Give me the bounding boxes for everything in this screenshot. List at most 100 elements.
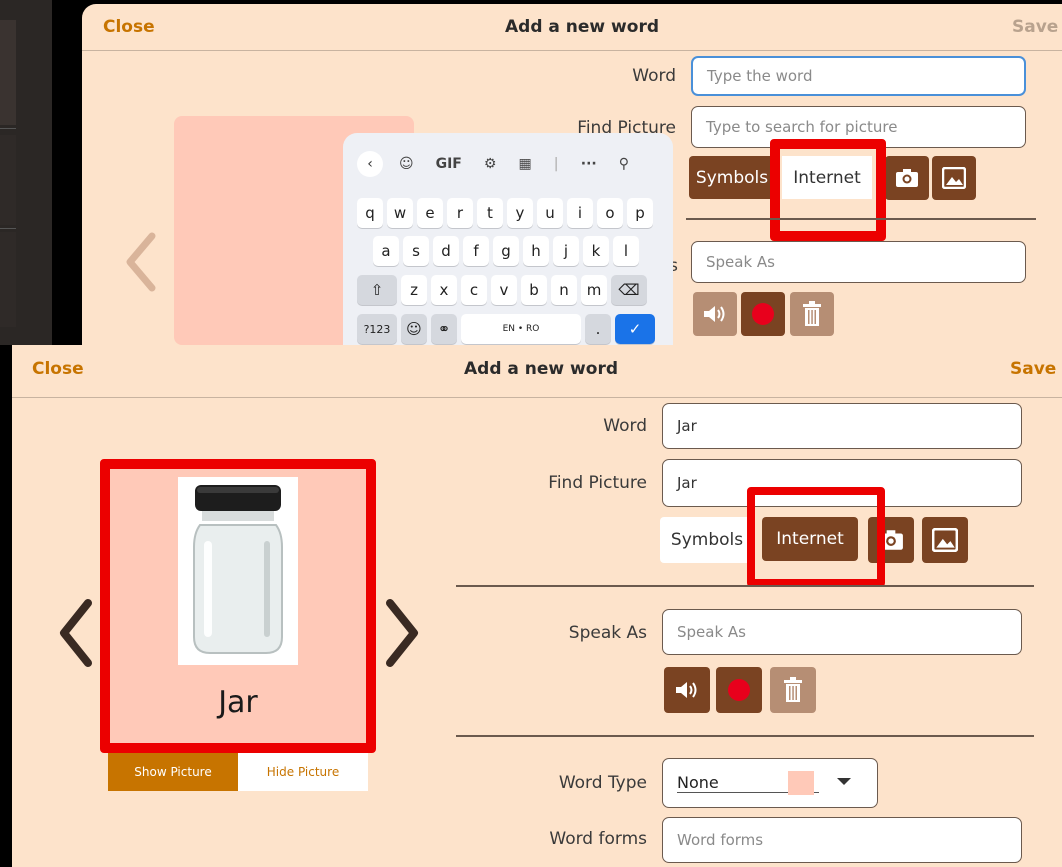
enter-key[interactable]: ✓ [615, 314, 655, 344]
word-input-placeholder: Type the word [707, 67, 813, 85]
key-w[interactable]: w [387, 198, 413, 228]
microphone-icon[interactable]: ⚲ [619, 156, 629, 172]
period-key[interactable]: . [585, 314, 611, 344]
key-n[interactable]: n [551, 275, 577, 305]
background-item [0, 135, 16, 225]
camera-icon [896, 169, 918, 187]
gif-button[interactable]: GIF [436, 156, 462, 172]
key-z[interactable]: z [401, 275, 427, 305]
record-icon [728, 679, 750, 701]
key-j[interactable]: j [553, 236, 579, 266]
key-i[interactable]: i [567, 198, 593, 228]
divider [0, 228, 16, 229]
key-a[interactable]: a [373, 236, 399, 266]
background-item [0, 232, 16, 327]
key-m[interactable]: m [581, 275, 607, 305]
speak-as-label: Speak As [568, 623, 647, 643]
symbols-key[interactable]: ?123 [357, 314, 397, 344]
chevron-left-icon[interactable] [122, 232, 162, 292]
save-button[interactable]: Save [1012, 17, 1058, 37]
record-button[interactable] [716, 667, 762, 713]
picture-caption: Jar [218, 685, 258, 720]
find-picture-placeholder: Type to search for picture [706, 118, 898, 136]
backspace-key[interactable]: ⌫ [611, 275, 647, 305]
close-button[interactable]: Close [103, 17, 155, 37]
find-picture-input[interactable]: Jar [662, 459, 1022, 507]
key-d[interactable]: d [433, 236, 459, 266]
key-g[interactable]: g [493, 236, 519, 266]
shift-key[interactable]: ⇧ [357, 275, 397, 305]
keyboard-row-4: ?123 ☺ ⚭ EN • RO . ✓ [357, 314, 659, 344]
sticker-icon[interactable]: ☺ [399, 156, 414, 172]
bottom-add-word-dialog: Close Add a new word Save Jar Show Pictu… [12, 345, 1062, 867]
find-picture-input[interactable]: Type to search for picture [691, 106, 1026, 148]
key-s[interactable]: s [403, 236, 429, 266]
speak-as-input[interactable]: Speak As [662, 609, 1022, 655]
on-screen-keyboard: ‹ ☺ GIF ⚙ ▦ | ··· ⚲ qwertyuiop asdfghjkl… [343, 133, 673, 345]
key-r[interactable]: r [447, 198, 473, 228]
key-q[interactable]: q [357, 198, 383, 228]
key-f[interactable]: f [463, 236, 489, 266]
play-sound-button[interactable] [693, 292, 737, 336]
symbols-tab[interactable]: Symbols [689, 156, 775, 199]
divider [0, 128, 16, 129]
section-divider [456, 585, 1034, 587]
keyboard-row-3: ⇧ z x c v b n m ⌫ [357, 275, 651, 305]
section-divider [686, 218, 1036, 220]
play-sound-button[interactable] [664, 667, 710, 713]
key-h[interactable]: h [523, 236, 549, 266]
key-t[interactable]: t [477, 198, 503, 228]
keyboard-settings-icon[interactable]: ⚙ [484, 156, 497, 172]
background-app-strip [0, 0, 52, 345]
section-divider [456, 735, 1034, 737]
key-o[interactable]: o [597, 198, 623, 228]
picture-card: Jar [110, 469, 366, 745]
key-c[interactable]: c [461, 275, 487, 305]
key-k[interactable]: k [583, 236, 609, 266]
key-y[interactable]: y [507, 198, 533, 228]
dialog-title: Add a new word [464, 359, 618, 379]
gallery-button[interactable] [922, 517, 968, 563]
delete-sound-button[interactable] [770, 667, 816, 713]
key-e[interactable]: e [417, 198, 443, 228]
word-input[interactable]: Jar [662, 403, 1022, 449]
key-x[interactable]: x [431, 275, 457, 305]
keyboard-back-icon[interactable]: ‹ [357, 151, 383, 177]
chevron-right-icon[interactable] [382, 597, 422, 669]
gallery-icon [942, 167, 966, 189]
internet-tab[interactable]: Internet [762, 517, 858, 561]
show-picture-button[interactable]: Show Picture [108, 753, 238, 791]
gallery-button[interactable] [932, 156, 976, 200]
key-p[interactable]: p [627, 198, 653, 228]
save-button[interactable]: Save [1010, 359, 1056, 379]
keyboard-row-2: asdfghjkl [373, 236, 643, 266]
camera-button[interactable] [868, 517, 914, 563]
speak-as-placeholder: Speak As [706, 253, 775, 271]
speak-as-input[interactable]: Speak As [691, 241, 1026, 283]
key-b[interactable]: b [521, 275, 547, 305]
space-key[interactable]: EN • RO [461, 314, 581, 344]
symbols-tab[interactable]: Symbols [660, 517, 754, 563]
emoji-key[interactable]: ☺ [401, 314, 427, 344]
record-button[interactable] [741, 292, 785, 336]
camera-button[interactable] [885, 156, 929, 200]
globe-key[interactable]: ⚭ [431, 314, 457, 344]
trash-icon [803, 301, 821, 326]
key-u[interactable]: u [537, 198, 563, 228]
hide-picture-button[interactable]: Hide Picture [238, 753, 368, 791]
close-button[interactable]: Close [32, 359, 84, 379]
word-forms-input[interactable]: Word forms [662, 817, 1022, 863]
word-forms-label: Word forms [549, 829, 647, 849]
key-v[interactable]: v [491, 275, 517, 305]
translate-icon[interactable]: ▦ [518, 156, 531, 172]
chevron-left-icon[interactable] [56, 597, 96, 669]
camera-icon [879, 530, 903, 550]
more-options-button[interactable]: ··· [581, 156, 597, 172]
chevron-down-icon [837, 778, 851, 785]
word-input[interactable]: Type the word [691, 56, 1026, 96]
record-icon [752, 303, 774, 325]
key-l[interactable]: l [613, 236, 639, 266]
delete-sound-button[interactable] [790, 292, 834, 336]
internet-tab[interactable]: Internet [782, 156, 872, 199]
word-type-select[interactable]: None [662, 758, 878, 808]
